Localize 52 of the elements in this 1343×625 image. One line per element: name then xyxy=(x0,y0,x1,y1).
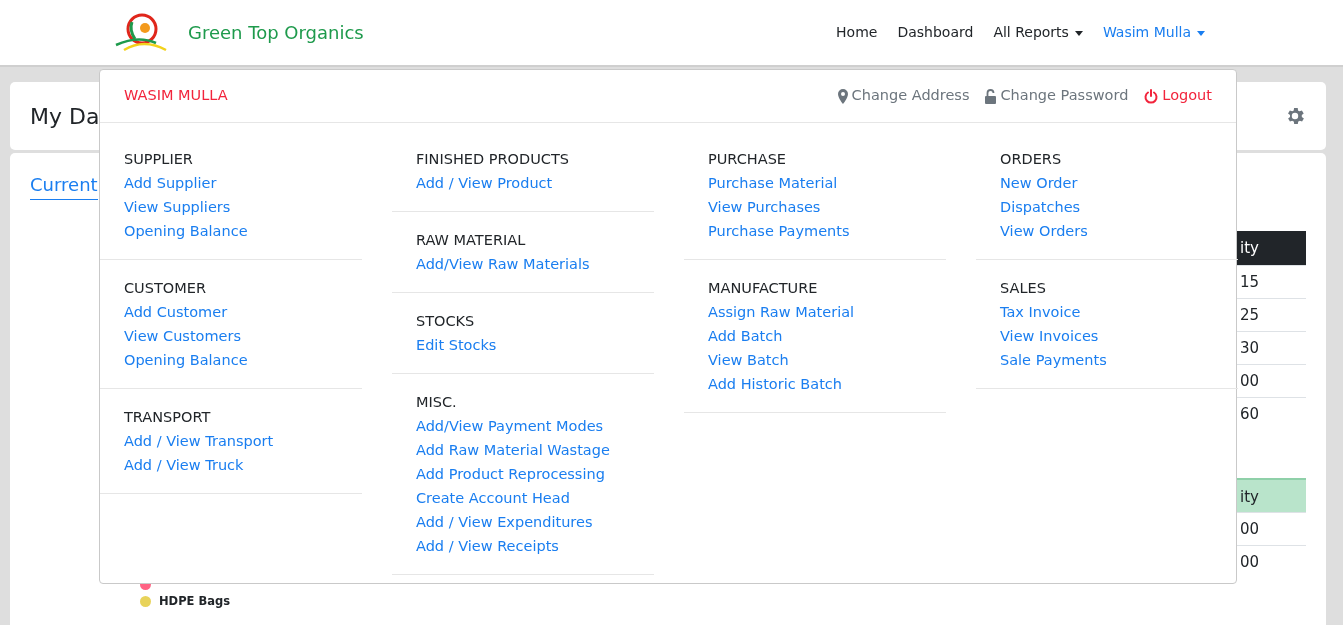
menu-link[interactable]: Create Account Head xyxy=(416,486,644,510)
legend-label: HDPE Bags xyxy=(159,594,231,609)
user-name: WASIM MULLA xyxy=(124,86,228,106)
menu-link[interactable]: Add Customer xyxy=(124,300,352,324)
nav-link[interactable]: Home xyxy=(828,22,886,43)
menu-action-link[interactable]: Change Password xyxy=(985,85,1129,107)
menu-link[interactable]: Add Historic Batch xyxy=(708,372,936,396)
menu-link[interactable]: Purchase Payments xyxy=(708,219,936,243)
menu-link[interactable]: New Order xyxy=(1000,171,1228,195)
nav-link[interactable]: Wasim Mulla xyxy=(1094,22,1213,43)
map-pin-icon xyxy=(837,88,848,104)
menu-link[interactable]: Purchase Material xyxy=(708,171,936,195)
menu-link[interactable]: Edit Stocks xyxy=(416,333,644,357)
section-title: MISC. xyxy=(416,393,458,412)
menu-action-link[interactable]: Logout xyxy=(1144,85,1212,107)
brand-link[interactable]: Green Top Organics xyxy=(114,11,364,54)
tab[interactable]: Current xyxy=(30,171,98,200)
section-title: STOCKS xyxy=(416,312,476,331)
section-title: CUSTOMER xyxy=(124,279,207,298)
menu-link[interactable]: Add / View Product xyxy=(416,171,644,195)
menu-link[interactable]: Opening Balance xyxy=(124,348,352,372)
menu-link[interactable]: View Suppliers xyxy=(124,195,352,219)
section-title: FINISHED PRODUCTS xyxy=(416,150,570,169)
unlocked-padlock-icon xyxy=(985,88,997,104)
menu-link[interactable]: Add / View Expenditures xyxy=(416,510,644,534)
menu-link[interactable]: View Batch xyxy=(708,348,936,372)
menu-link[interactable]: Add/View Raw Materials xyxy=(416,252,644,276)
menu-link[interactable]: Add / View Receipts xyxy=(416,534,644,558)
menu-link[interactable]: Add Batch xyxy=(708,324,936,348)
power-icon xyxy=(1144,88,1159,104)
nav-link[interactable]: Dashboard xyxy=(889,22,982,43)
menu-link[interactable]: Add / View Transport xyxy=(124,429,352,453)
section-title: SALES xyxy=(1000,279,1047,298)
menu-action-link[interactable]: Change Address xyxy=(837,85,970,107)
menu-link[interactable]: View Purchases xyxy=(708,195,936,219)
section-title: PURCHASE xyxy=(708,150,788,169)
menu-link[interactable]: Add / View Truck xyxy=(124,453,352,477)
section-title: TRANSPORT xyxy=(124,408,212,427)
menu-link[interactable]: Add Supplier xyxy=(124,171,352,195)
section-title: ORDERS xyxy=(1000,150,1063,169)
menu-link[interactable]: Opening Balance xyxy=(124,219,352,243)
menu-link[interactable]: Add Raw Material Wastage xyxy=(416,438,644,462)
section-title: RAW MATERIAL xyxy=(416,231,527,250)
section-title: MANUFACTURE xyxy=(708,279,819,298)
section-title: SUPPLIER xyxy=(124,150,194,169)
menu-link[interactable]: Add Product Reprocessing xyxy=(416,462,644,486)
menu-link[interactable]: View Customers xyxy=(124,324,352,348)
nav-link[interactable]: All Reports xyxy=(985,22,1091,43)
menu-link[interactable]: Assign Raw Material xyxy=(708,300,936,324)
menu-link[interactable]: Add/View Payment Modes xyxy=(416,414,644,438)
page-title: My Da xyxy=(30,102,100,131)
menu-link[interactable]: Dispatches xyxy=(1000,195,1228,219)
